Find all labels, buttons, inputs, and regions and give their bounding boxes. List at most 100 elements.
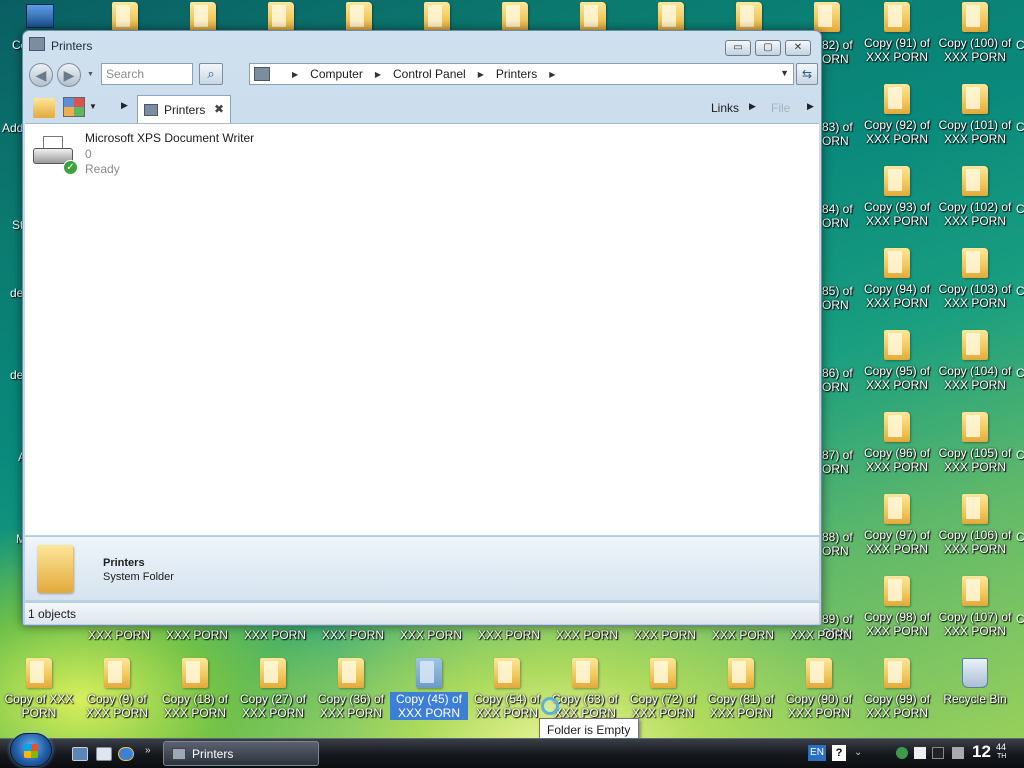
display-icon[interactable] [932,747,944,759]
desktop-icon-label[interactable]: XXX PORN [166,628,228,642]
refresh-button[interactable]: ⇆ [796,63,818,85]
folder-icon[interactable] [112,2,138,32]
folder-icon[interactable] [814,2,840,32]
organize-folder-icon[interactable] [33,98,55,118]
taskbar-button-printers[interactable]: Printers [163,741,319,766]
switch-windows-icon[interactable] [96,747,112,761]
folder-icon[interactable] [736,2,762,32]
desktop-folder-icon[interactable]: Copy (92) of XXX PORN [858,84,936,146]
chevron-right-icon[interactable]: ▶ [749,101,756,112]
language-bar-options-icon[interactable]: ⌄ [854,747,866,759]
views-dropdown-icon[interactable]: ▼ [89,102,97,111]
desktop-folder-icon[interactable]: Copy (102) of XXX PORN [936,166,1014,228]
tab-printers[interactable]: Printers ✖ [137,95,231,123]
desktop-folder-icon[interactable]: Copy (104) of XXX PORN [936,330,1014,392]
desktop-folder-icon[interactable]: Copy (101) of XXX PORN [936,84,1014,146]
file-menu[interactable]: File [771,101,790,115]
more-commands-icon[interactable]: ▶ [121,100,128,111]
chevron-right-icon[interactable]: ▶ [478,70,484,79]
desktop-folder-icon[interactable]: Copy (54) of XXX PORN [468,658,546,720]
desktop-label-fragment[interactable]: C [1016,612,1024,626]
desktop-label-fragment[interactable]: C [1016,120,1024,134]
desktop-folder-icon[interactable]: Copy (90) of XXX PORN [780,658,858,720]
title-bar[interactable]: Printers ▭ ▢ ✕ [23,31,821,61]
language-indicator[interactable]: EN [808,745,826,761]
folder-icon[interactable] [424,2,450,32]
desktop-folder-icon[interactable]: Copy (96) of XXX PORN [858,412,936,474]
desktop-label-fragment[interactable]: C [1016,448,1024,462]
chevron-right-icon[interactable]: ▶ [375,70,381,79]
desktop-icon-label[interactable]: XXX PORN [712,628,774,642]
desktop-icon-computer[interactable] [26,4,54,28]
desktop-folder-icon[interactable]: Copy (97) of XXX PORN [858,494,936,556]
breadcrumb-control-panel[interactable]: Control Panel [393,67,466,81]
desktop-icon-label[interactable]: XXX PORN [556,628,618,642]
chevron-right-icon[interactable]: ▶ [549,70,555,79]
desktop-icon-label[interactable]: XXX PORN [322,628,384,642]
close-tab-icon[interactable]: ✖ [214,102,224,116]
views-icon[interactable] [63,97,85,117]
forward-button[interactable]: ▶ [57,63,81,87]
maximize-button[interactable]: ▢ [755,40,781,56]
clock-hour[interactable]: 12 [972,742,991,762]
desktop-icon-label[interactable]: XXX PORN [790,628,852,642]
desktop-label-fragment[interactable]: 82) of ORN [822,38,853,66]
start-button[interactable] [10,733,52,767]
folder-icon[interactable] [268,2,294,32]
desktop-folder-icon[interactable]: Copy (106) of XXX PORN [936,494,1014,556]
desktop-folder-icon[interactable]: Copy (18) of XXX PORN [156,658,234,720]
address-bar[interactable]: ▶ Computer ▶ Control Panel ▶ Printers ▶ … [249,63,794,85]
desktop-folder-icon[interactable]: Copy (98) of XXX PORN [858,576,936,638]
desktop-folder-icon[interactable]: Copy (9) of XXX PORN [78,658,156,720]
folder-icon[interactable] [346,2,372,32]
desktop-label-fragment[interactable]: C [1016,38,1024,52]
desktop-folder-icon[interactable]: Copy (100) of XXX PORN [936,2,1014,64]
desktop-label-fragment[interactable]: Add [2,121,23,135]
volume-icon[interactable] [952,747,964,759]
desktop-folder-icon[interactable]: Copy (27) of XXX PORN [234,658,312,720]
desktop-icon-label[interactable]: XXX PORN [400,628,462,642]
links-button[interactable]: Links [711,101,739,115]
desktop-folder-icon[interactable]: Copy (95) of XXX PORN [858,330,936,392]
quick-launch-more-icon[interactable]: » [145,745,151,756]
search-button[interactable]: ⌕ [199,63,223,85]
desktop-label-fragment[interactable]: C [1016,284,1024,298]
desktop-folder-icon[interactable]: Copy (36) of XXX PORN [312,658,390,720]
file-list[interactable]: ✓ Microsoft XPS Document Writer 0 Ready [25,123,819,535]
desktop-label-fragment[interactable]: C [1016,202,1024,216]
folder-icon[interactable] [580,2,606,32]
desktop-icon-recycle-bin[interactable]: Recycle Bin [936,658,1014,706]
desktop-folder-icon[interactable]: Copy (107) of XXX PORN [936,576,1014,638]
network-icon[interactable] [896,747,908,759]
desktop-label-fragment[interactable]: 87) of ORN [822,448,853,476]
desktop-label-fragment[interactable]: 86) of ORN [822,366,853,394]
chevron-right-icon[interactable]: ▶ [292,70,298,79]
desktop-label-fragment[interactable]: 83) of ORN [822,120,853,148]
desktop-folder-icon[interactable]: Copy (105) of XXX PORN [936,412,1014,474]
folder-icon[interactable] [190,2,216,32]
desktop-icon-label[interactable]: XXX PORN [634,628,696,642]
clock-minute[interactable]: 44 [996,742,1006,752]
breadcrumb-printers[interactable]: Printers [496,67,537,81]
desktop-folder-icon[interactable]: Copy (81) of XXX PORN [702,658,780,720]
desktop-label-fragment[interactable]: C [1016,530,1024,544]
desktop-folder-icon[interactable]: Copy (103) of XXX PORN [936,248,1014,310]
desktop-folder-icon[interactable]: Copy (91) of XXX PORN [858,2,936,64]
desktop-folder-icon[interactable]: Copy (94) of XXX PORN [858,248,936,310]
desktop-icon-label[interactable]: XXX PORN [244,628,306,642]
desktop-folder-icon[interactable]: Copy (45) of XXX PORN [390,658,468,720]
help-icon[interactable]: ? [832,745,846,761]
address-dropdown-icon[interactable]: ▼ [780,68,789,78]
security-icon[interactable] [914,747,926,759]
minimize-button[interactable]: ▭ [725,40,751,56]
close-button[interactable]: ✕ [785,40,811,56]
back-button[interactable]: ◀ [29,63,53,87]
desktop-folder-icon[interactable]: Copy (93) of XXX PORN [858,166,936,228]
desktop-folder-icon[interactable]: Copy (72) of XXX PORN [624,658,702,720]
desktop-icon-label[interactable]: XXX PORN [478,628,540,642]
chevron-right-icon[interactable]: ▶ [807,101,814,112]
desktop-folder-icon[interactable]: Copy (99) of XXX PORN [858,658,936,720]
recent-pages-dropdown[interactable]: ▼ [87,71,94,78]
search-input[interactable]: Search [101,63,193,85]
folder-icon[interactable] [502,2,528,32]
